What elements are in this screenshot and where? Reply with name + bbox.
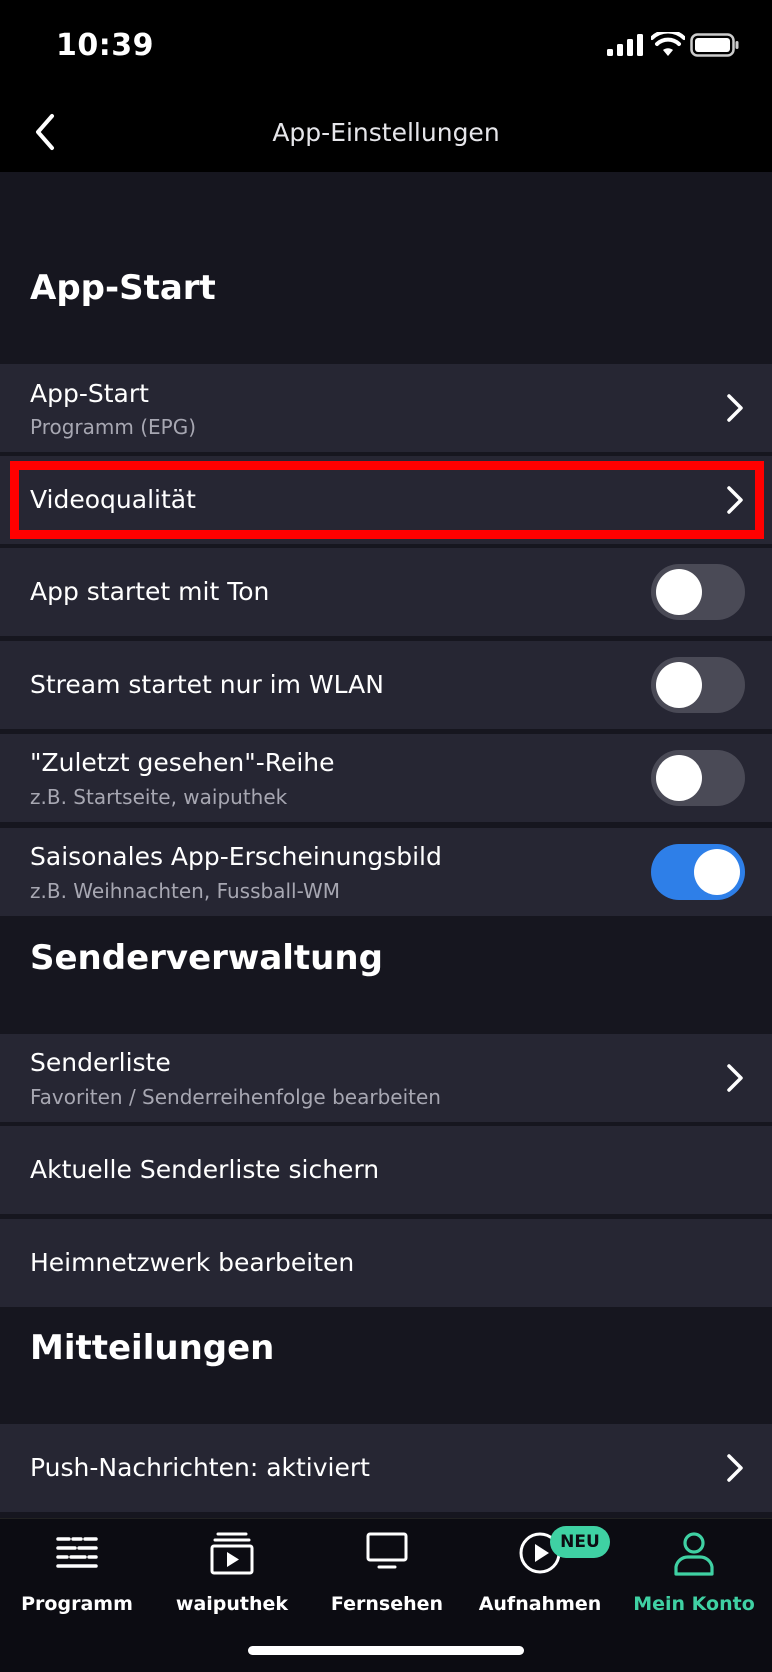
row-seasonal-theme[interactable]: Saisonales App-Erscheinungsbild z.B. Wei… (0, 828, 772, 916)
recently-watched-toggle[interactable] (651, 750, 745, 806)
wifi-icon (651, 32, 685, 56)
wlan-toggle[interactable] (651, 657, 745, 713)
toggle-knob (656, 569, 702, 615)
row-subtitle: z.B. Startseite, waiputhek (30, 785, 288, 809)
home-indicator[interactable] (248, 1646, 524, 1655)
section-title-notifications: Mitteilungen (30, 1328, 275, 1368)
status-bar: 10:39 (0, 0, 772, 96)
battery-icon (690, 33, 739, 57)
seasonal-theme-toggle[interactable] (651, 844, 745, 900)
row-title: App-Start (30, 379, 149, 408)
nav-bar: App-Einstellungen (0, 96, 772, 172)
page-title: App-Einstellungen (272, 118, 500, 147)
section-title-channels: Senderverwaltung (30, 938, 383, 978)
tv-icon (366, 1532, 408, 1569)
row-subtitle: z.B. Weihnachten, Fussball-WM (30, 879, 340, 903)
row-subtitle: Favoriten / Senderreihenfolge bearbeiten (30, 1085, 441, 1109)
chevron-right-icon (727, 486, 743, 514)
tab-label: Programm (21, 1593, 133, 1615)
row-push-notifications[interactable]: Push-Nachrichten: aktiviert (0, 1424, 772, 1512)
row-wlan[interactable]: Stream startet nur im WLAN (0, 641, 772, 729)
tab-mein-konto[interactable]: Mein Konto (617, 1519, 771, 1629)
toggle-knob (694, 849, 740, 895)
tab-label: Mein Konto (633, 1593, 755, 1615)
tab-label: Aufnahmen (478, 1593, 602, 1615)
row-title: Senderliste (30, 1048, 171, 1077)
programm-guide-icon (56, 1537, 98, 1568)
row-title: "Zuletzt gesehen"-Reihe (30, 748, 335, 777)
row-title: Videoqualität (30, 485, 196, 514)
tab-fernsehen[interactable]: Fernsehen (310, 1519, 464, 1629)
row-title: Heimnetzwerk bearbeiten (30, 1248, 355, 1277)
sound-toggle[interactable] (651, 564, 745, 620)
section-title-app-start: App-Start (30, 268, 216, 308)
row-video-quality[interactable]: Videoqualität (0, 456, 772, 544)
row-backup-channel-list[interactable]: Aktuelle Senderliste sichern (0, 1126, 772, 1214)
tab-label: waiputhek (175, 1593, 289, 1615)
row-recently-watched[interactable]: "Zuletzt gesehen"-Reihe z.B. Startseite,… (0, 734, 772, 822)
media-library-icon (210, 1532, 254, 1575)
new-badge: NEU (550, 1526, 610, 1558)
row-channel-list[interactable]: Senderliste Favoriten / Senderreihenfolg… (0, 1034, 772, 1122)
chevron-right-icon (727, 1454, 743, 1482)
toggle-knob (656, 755, 702, 801)
tab-waiputhek[interactable]: waiputhek (155, 1519, 309, 1629)
row-title: Push-Nachrichten: aktiviert (30, 1453, 370, 1482)
row-home-network[interactable]: Heimnetzwerk bearbeiten (0, 1219, 772, 1307)
toggle-knob (656, 662, 702, 708)
tab-label: Fernsehen (330, 1593, 444, 1615)
tab-programm[interactable]: Programm (0, 1519, 154, 1629)
row-sound[interactable]: App startet mit Ton (0, 548, 772, 636)
row-app-start[interactable]: App-Start Programm (EPG) (0, 364, 772, 452)
row-title: Saisonales App-Erscheinungsbild (30, 842, 442, 871)
chevron-right-icon (727, 1064, 743, 1092)
status-time: 10:39 (56, 28, 154, 63)
cellular-signal-icon (607, 34, 643, 56)
chevron-right-icon (727, 394, 743, 422)
row-subtitle: Programm (EPG) (30, 415, 197, 439)
account-person-icon (674, 1532, 714, 1576)
row-title: Aktuelle Senderliste sichern (30, 1155, 380, 1184)
settings-list[interactable]: App-Start App-Start Programm (EPG) Video… (0, 172, 772, 1518)
row-title: App startet mit Ton (30, 577, 270, 606)
row-title: Stream startet nur im WLAN (30, 670, 384, 699)
